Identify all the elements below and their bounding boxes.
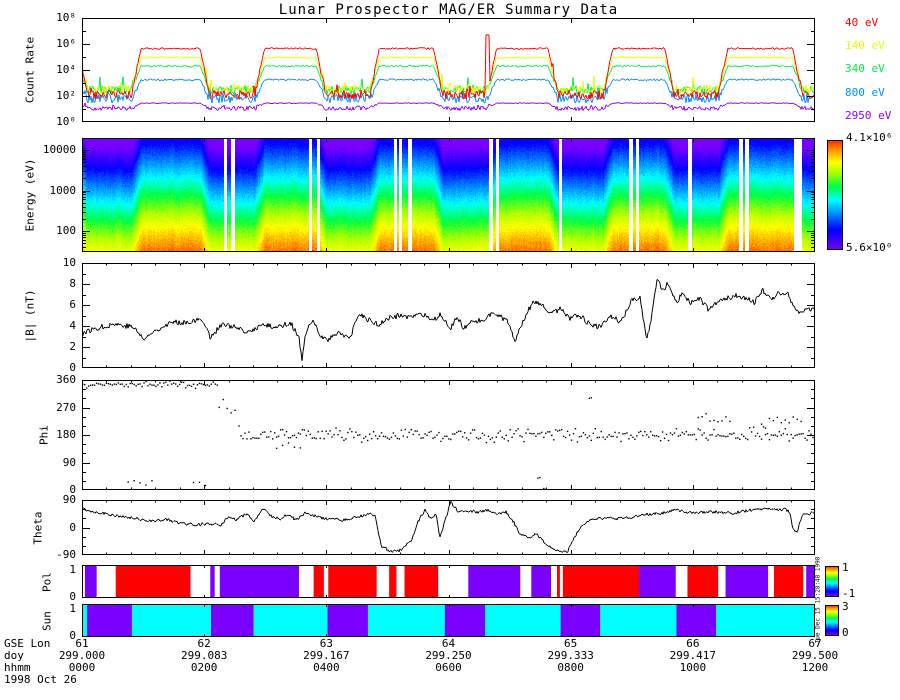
legend-entry: 800 eV	[845, 86, 885, 99]
bmag-ytick: 8	[32, 277, 76, 290]
legend-entry: 40 eV	[845, 16, 878, 29]
pol-colorbar-min-label: -1	[842, 587, 855, 600]
lunar-prospector-summary-page: Lunar Prospector MAG/ER Summary Data Cou…	[0, 0, 900, 700]
energy-spectrogram-plot	[82, 138, 815, 252]
count-rate-plot	[82, 18, 815, 122]
xaxis-value-hhmm: 0200	[156, 661, 252, 674]
phi-ytick: 180	[32, 428, 76, 441]
page-title: Lunar Prospector MAG/ER Summary Data	[82, 2, 815, 18]
phi-ytick: 360	[32, 373, 76, 386]
sun-bar-plot	[82, 604, 815, 637]
xaxis-value-hhmm: 1000	[645, 661, 741, 674]
xaxis-date-label: 1998 Oct 26	[4, 673, 77, 686]
sun-colorbar	[825, 605, 839, 636]
sun-ytick: 1	[52, 602, 76, 615]
legend-entry: 2950 eV	[845, 109, 891, 122]
theta-ytick: 0	[32, 521, 76, 534]
bmag-ytick: 6	[32, 298, 76, 311]
xaxis-value-hhmm: 0400	[278, 661, 374, 674]
spectrogram-colorbar	[827, 140, 843, 250]
energy-ytick: 1000	[32, 184, 76, 197]
legend-entry: 140 eV	[845, 39, 885, 52]
theta-ytick: 90	[32, 493, 76, 506]
pol-colorbar-max-label: 1	[842, 561, 849, 574]
pol-colorbar	[825, 566, 839, 597]
legend-entry: 340 eV	[845, 62, 885, 75]
pol-ytick: 1	[52, 563, 76, 576]
count-rate-ytick: 10²	[32, 89, 76, 102]
xaxis-value-hhmm: 1200	[767, 661, 863, 674]
sun-colorbar-max-label: 3	[842, 600, 849, 613]
colorbar-max-label: 4.1×10⁶	[846, 131, 892, 144]
phi-ytick: 90	[32, 456, 76, 469]
count-rate-ytick: 10⁸	[32, 11, 76, 24]
energy-ytick: 10000	[32, 143, 76, 156]
count-rate-ytick: 10⁶	[32, 37, 76, 50]
phi-plot	[82, 380, 815, 490]
xaxis-value-hhmm: 0600	[401, 661, 497, 674]
count-rate-ytick: 10⁰	[32, 115, 76, 128]
bmag-ytick: 4	[32, 319, 76, 332]
xaxis-value-hhmm: 0000	[34, 661, 130, 674]
creation-timestamp: Tue Dec 15 15:28:48 1998	[815, 557, 822, 644]
energy-ytick: 100	[32, 224, 76, 237]
phi-ytick: 270	[32, 401, 76, 414]
bmag-ytick: 2	[32, 340, 76, 353]
bmag-ytick: 10	[32, 256, 76, 269]
theta-ytick: -90	[32, 548, 76, 561]
theta-plot	[82, 500, 815, 555]
pol-bar-plot	[82, 565, 815, 598]
xaxis-value-hhmm: 0800	[523, 661, 619, 674]
count-rate-ytick: 10⁴	[32, 63, 76, 76]
colorbar-min-label: 5.6×10⁰	[846, 241, 892, 254]
bmag-plot	[82, 263, 815, 368]
